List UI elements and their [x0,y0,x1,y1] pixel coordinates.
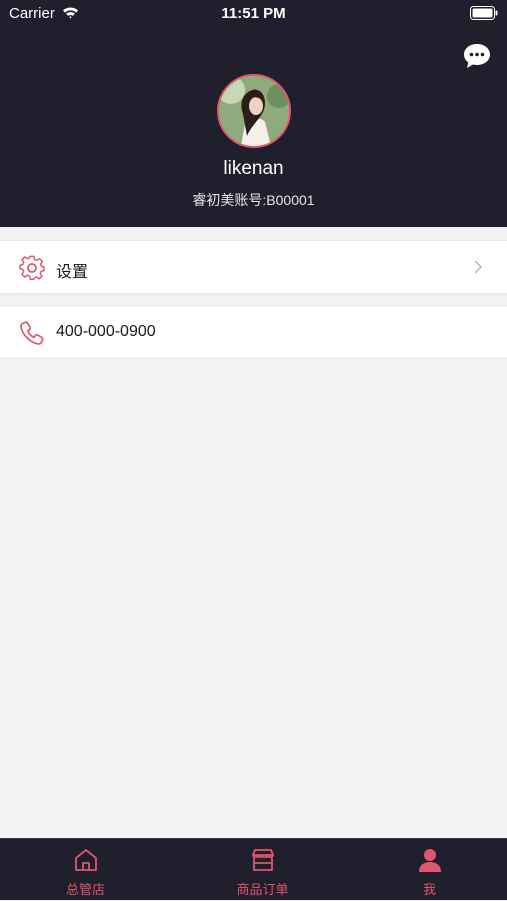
account-number: 睿初美账号:B00001 [192,192,315,208]
message-icon[interactable] [463,43,491,69]
tab-bar: 总管店 商品订单 我 [0,838,507,900]
phone-icon [20,321,44,345]
phone-number: 400-000-0900 [56,323,156,340]
battery-icon [470,6,498,20]
username: likenan [223,158,284,179]
phone-row[interactable]: 400-000-0900 [0,305,507,359]
tab-orders-label: 商品订单 [236,882,289,897]
tab-me-label: 我 [422,882,436,897]
avatar[interactable] [217,74,291,148]
tab-home[interactable]: 总管店 [0,839,169,901]
gear-icon [19,255,45,281]
store-icon [252,849,274,871]
avatar-photo [219,76,289,146]
settings-row[interactable]: 设置 [0,240,507,294]
tab-me[interactable]: 我 [338,839,507,901]
clock: 11:51 PM [221,5,286,22]
status-bar: Carrier 11:51 PM [0,0,507,28]
tab-home-label: 总管店 [65,882,105,897]
settings-label: 设置 [56,264,89,281]
person-icon [419,849,441,872]
chevron-right-icon [474,260,482,274]
profile-header: Carrier 11:51 PM likenan 睿初美账号:B00001 [0,0,507,227]
home-icon [75,849,97,871]
tab-orders[interactable]: 商品订单 [169,839,338,901]
